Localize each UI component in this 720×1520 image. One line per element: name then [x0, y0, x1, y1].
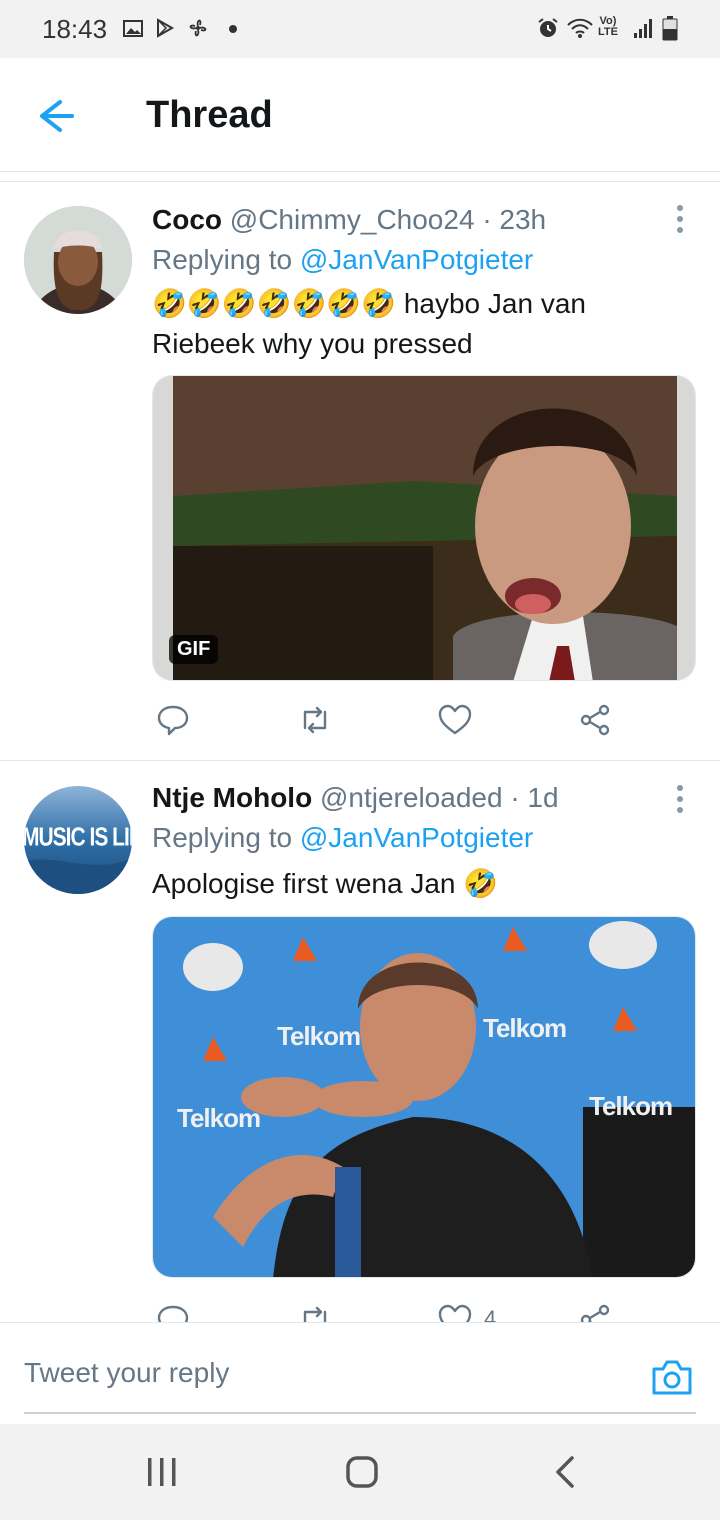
battery-icon	[662, 16, 678, 41]
camera-icon[interactable]	[650, 1357, 694, 1397]
tweet-image[interactable]: Telkom Telkom Telkom Telkom	[152, 916, 696, 1278]
display-name[interactable]: Ntje Moholo	[152, 782, 312, 813]
input-underline	[24, 1412, 696, 1414]
tweet-time: · 23h	[482, 204, 547, 235]
tweet-item[interactable]: Coco @Chimmy_Choo24 · 23h Replying to @J…	[0, 182, 720, 760]
share-icon[interactable]	[578, 1302, 614, 1322]
gif-image	[153, 376, 695, 680]
avatar[interactable]	[24, 206, 132, 314]
retweet-icon[interactable]	[297, 1302, 333, 1322]
like-count: 4	[484, 1306, 497, 1322]
like-icon[interactable]	[437, 1302, 473, 1322]
wifi-icon	[567, 18, 593, 38]
replying-to: Replying to @JanVanPotgieter	[152, 822, 534, 853]
banner-logo: Telkom	[177, 1103, 261, 1133]
fan-icon	[189, 19, 207, 37]
gif-badge: GIF	[169, 635, 219, 664]
back-icon[interactable]	[548, 1452, 582, 1492]
display-name[interactable]: Coco	[152, 204, 222, 235]
tweet-header: Coco @Chimmy_Choo24 · 23h	[152, 204, 546, 236]
play-store-icon	[157, 18, 175, 38]
more-options-icon[interactable]	[668, 202, 692, 236]
back-arrow-icon[interactable]	[30, 96, 80, 136]
banner-logo: Telkom	[589, 1091, 673, 1121]
tweet-text-line-2: Riebeek why you pressed	[152, 328, 473, 359]
mention-link[interactable]: @JanVanPotgieter	[300, 822, 533, 853]
status-time: 18:43	[42, 14, 108, 44]
divider	[0, 760, 720, 761]
tweet-text-line-1: 🤣🤣🤣🤣🤣🤣🤣 haybo Jan van	[152, 288, 586, 319]
like-icon[interactable]	[437, 702, 473, 738]
reply-icon[interactable]	[155, 702, 191, 738]
alarm-icon	[538, 18, 558, 37]
tweet-header: Ntje Moholo @ntjereloaded · 1d	[152, 782, 559, 814]
recent-apps-icon[interactable]	[142, 1452, 182, 1492]
avatar-text: MUSIC IS LIFE	[24, 823, 132, 852]
mention-link[interactable]: @JanVanPotgieter	[300, 244, 533, 275]
banner-logo: Telkom	[483, 1013, 567, 1043]
share-icon[interactable]	[578, 702, 614, 738]
status-bar: 18:43 Vo) LTE	[0, 0, 720, 58]
page-title: Thread	[146, 94, 273, 136]
navigation-bar	[0, 1424, 720, 1520]
home-icon[interactable]	[342, 1452, 382, 1492]
avatar[interactable]: MUSIC IS LIFE	[24, 786, 132, 894]
dot-icon	[229, 25, 237, 33]
app-header: Thread	[0, 58, 720, 172]
more-options-icon[interactable]	[668, 782, 692, 816]
user-handle[interactable]: @ntjereloaded	[320, 782, 503, 813]
tweet-item[interactable]: MUSIC IS LIFE Ntje Moholo @ntjereloaded …	[0, 762, 720, 1322]
reply-composer	[0, 1322, 720, 1424]
reply-input[interactable]	[24, 1351, 624, 1395]
gallery-icon	[123, 20, 143, 37]
banner-logo: Telkom	[277, 1021, 361, 1051]
volte-icon: Vo) LTE	[598, 15, 618, 38]
retweet-icon[interactable]	[297, 702, 333, 738]
tweet-time: · 1d	[510, 782, 559, 813]
signal-icon	[634, 19, 652, 38]
user-handle[interactable]: @Chimmy_Choo24	[230, 204, 475, 235]
tweet-text-line-1: Apologise first wena Jan 🤣	[152, 868, 499, 899]
reply-icon[interactable]	[155, 1302, 191, 1322]
replying-to: Replying to @JanVanPotgieter	[152, 244, 534, 275]
tweet-gif[interactable]: GIF	[152, 375, 696, 681]
